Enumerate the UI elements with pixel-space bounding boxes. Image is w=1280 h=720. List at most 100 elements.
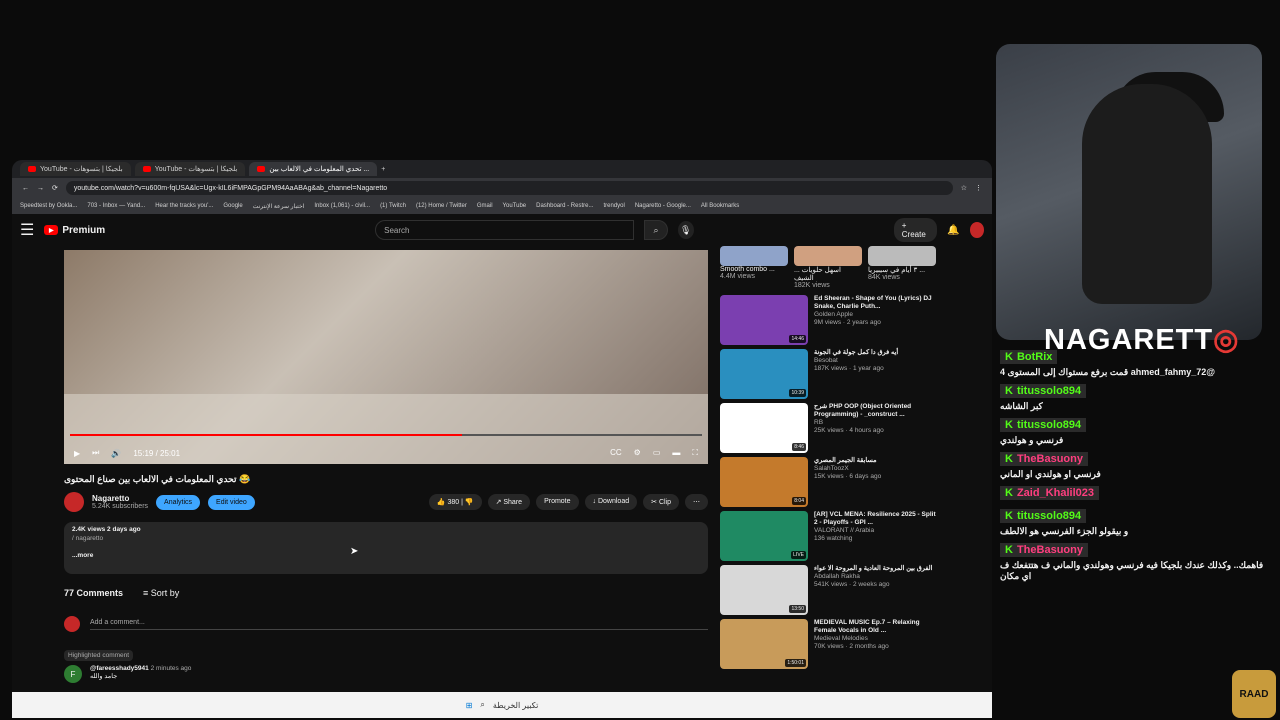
create-button[interactable]: + Create <box>893 218 938 242</box>
volume-icon[interactable]: 🔊 <box>111 449 121 458</box>
bookmark-item[interactable]: Inbox (1,061) - civil... <box>314 203 370 209</box>
search-icon[interactable]: ⌕ <box>644 220 668 240</box>
bell-icon[interactable]: 🔔 <box>947 225 959 236</box>
progress-bar[interactable] <box>70 434 702 436</box>
star-icon[interactable]: ☆ <box>961 184 967 192</box>
short-thumbnail <box>720 246 788 266</box>
like-button[interactable]: 👍 380 | 👎 <box>428 494 482 510</box>
address-bar: ← → ⟳ youtube.com/watch?v=u600m-fqUSA&lc… <box>12 178 992 198</box>
analytics-button[interactable]: Analytics <box>156 494 201 510</box>
description-box[interactable]: 2.4K views 2 days ago / nagaretto ...mor… <box>64 522 708 574</box>
rec-title: مسابقة الجيمر المصري <box>814 457 877 464</box>
recommendation-item[interactable]: LIVE [AR] VCL MENA: Resilience 2025 - Sp… <box>720 511 938 561</box>
clip-button[interactable]: ✂ Clip <box>643 494 679 510</box>
bookmark-item[interactable]: 703 - Inbox — Yand... <box>87 203 145 209</box>
short-item[interactable]: ٣ أيام في سيبيريا ... 84K views <box>868 246 936 289</box>
view-count: 2.4K views 2 days ago <box>72 526 141 533</box>
miniplayer-icon[interactable]: ▭ <box>653 448 661 458</box>
youtube-logo[interactable]: ▶ Premium <box>44 225 105 236</box>
avatar[interactable] <box>969 222 984 238</box>
next-icon[interactable]: ⏭ <box>92 448 99 458</box>
more-link[interactable]: ...more <box>72 552 700 559</box>
back-icon[interactable]: ← <box>22 185 29 192</box>
play-icon[interactable]: ▶ <box>74 449 80 458</box>
rec-channel: VALORANT // Arabia <box>814 527 875 535</box>
bookmark-item[interactable]: All Bookmarks <box>701 203 739 209</box>
browser-tab[interactable]: YouTube - بلجيكا | بتسوهات <box>20 162 131 176</box>
promote-button[interactable]: Promote <box>536 494 579 510</box>
comment-author[interactable]: @fareesshady5941 <box>90 665 149 672</box>
bookmark-item[interactable]: trendyol <box>603 203 624 209</box>
bookmark-item[interactable]: (1) Twitch <box>380 203 406 209</box>
extensions-icon[interactable]: ⋮ <box>975 184 982 192</box>
recommendation-item[interactable]: 14:46 Ed Sheeran - Shape of You (Lyrics)… <box>720 295 938 345</box>
edit-video-button[interactable]: Edit video <box>208 494 255 510</box>
settings-icon[interactable]: ⚙ <box>634 448 641 458</box>
kick-icon: K <box>1005 544 1013 556</box>
windows-icon[interactable]: ⊞ <box>466 701 473 710</box>
subscriber-count: 5.24K subscribers <box>92 503 149 510</box>
more-icon[interactable]: ⋯ <box>685 494 708 510</box>
browser-tab[interactable]: YouTube - بلجيكا | بتسوهات <box>134 162 246 176</box>
short-item[interactable]: اسهل حلويات ... الشيف 182K views <box>794 246 862 289</box>
search-icon[interactable]: ⌕ <box>480 700 484 710</box>
rec-title: شرح PHP OOP (Object Oriented Programming… <box>814 403 912 419</box>
download-button[interactable]: ↓ Download <box>584 494 638 510</box>
duration-badge: 8:46 <box>792 443 806 451</box>
bookmark-item[interactable]: (12) Home / Twitter <box>416 203 467 209</box>
commenter-avatar[interactable]: F <box>64 665 82 683</box>
rec-title: Ed Sheeran - Shape of You (Lyrics) DJ Sn… <box>814 295 932 311</box>
comment-input[interactable]: Add a comment... <box>90 619 708 630</box>
channel-link[interactable]: / nagaretto <box>72 535 700 542</box>
new-tab-icon[interactable]: + <box>381 166 385 173</box>
channel-name[interactable]: Nagaretto <box>92 494 148 503</box>
video-thumbnail: 1:50:01 <box>720 619 808 669</box>
recommendation-item[interactable]: 10:39 أيه فرق دا كمل جولة في الجونة Beso… <box>720 349 938 399</box>
bookmark-item[interactable]: Hear the tracks you'... <box>155 203 213 209</box>
sort-button[interactable]: ≡ Sort by <box>143 588 179 598</box>
recommendation-item[interactable]: 13:50 الفرق بين المروحة العادية و المروح… <box>720 565 938 615</box>
rec-title: MEDIEVAL MUSIC Ep.7 – Relaxing Female Vo… <box>814 619 920 635</box>
video-player[interactable]: ▶ ⏭ 🔊 15:19 / 25:01 CC ⚙ ▭ ▬ ⛶ <box>64 250 708 464</box>
share-button[interactable]: ↗ Share <box>487 494 531 510</box>
recommendation-item[interactable]: 8:04 مسابقة الجيمر المصري SalahToozX 15K… <box>720 457 938 507</box>
theater-icon[interactable]: ▬ <box>672 448 680 458</box>
duration-badge: 13:50 <box>789 605 806 613</box>
browser-window: YouTube - بلجيكا | بتسوهات YouTube - بلج… <box>12 160 992 716</box>
rec-meta: 187K views · 1 year ago <box>814 365 884 373</box>
bookmark-item[interactable]: اختبار سرعة الإنترنت <box>253 203 305 210</box>
chat-username: Ktitussolo894 <box>1000 509 1087 523</box>
search-input[interactable]: Search <box>375 220 635 240</box>
youtube-icon <box>257 166 266 172</box>
recommendation-item[interactable]: 8:46 شرح PHP OOP (Object Oriented Progra… <box>720 403 938 453</box>
url-field[interactable]: youtube.com/watch?v=u600m-fqUSA&lc=Ugx-k… <box>65 181 953 195</box>
chat-message: فاهمك.. وكذلك عندك بلجيكا فيه فرنسي وهول… <box>1000 560 1264 581</box>
add-comment: Add a comment... <box>64 616 708 632</box>
youtube-header: ☰ ▶ Premium Search ⌕ 🎙 + Create 🔔 <box>12 214 992 246</box>
mic-icon[interactable]: 🎙 <box>677 221 694 239</box>
captions-icon[interactable]: CC <box>610 448 622 458</box>
kick-icon: K <box>1005 419 1013 431</box>
short-thumbnail <box>794 246 862 266</box>
bookmark-item[interactable]: Nagaretto - Google... <box>635 203 691 209</box>
bookmark-item[interactable]: YouTube <box>503 203 527 209</box>
channel-avatar[interactable] <box>64 492 84 512</box>
bookmark-item[interactable]: Google <box>223 203 242 209</box>
bookmark-item[interactable]: Speedtest by Ookla... <box>20 203 77 209</box>
browser-tab-active[interactable]: تحدي المعلومات في الالعاب بين ... <box>249 162 378 176</box>
bookmark-item[interactable]: Dashboard - Restre... <box>536 203 593 209</box>
rec-meta: 9M views · 2 years ago <box>814 319 881 327</box>
fullscreen-icon[interactable]: ⛶ <box>692 448 698 458</box>
duration-badge: 10:39 <box>789 389 806 397</box>
recommendation-item[interactable]: 1:50:01 MEDIEVAL MUSIC Ep.7 – Relaxing F… <box>720 619 938 669</box>
reload-icon[interactable]: ⟳ <box>52 184 58 192</box>
chat-overlay: K BotRix @ahmed_fahmy_72 قمت برفع مستواك إ… <box>1000 344 1268 582</box>
tab-strip: YouTube - بلجيكا | بتسوهات YouTube - بلج… <box>12 160 992 178</box>
bookmark-item[interactable]: Gmail <box>477 203 493 209</box>
bookmarks-bar: Speedtest by Ookla... 703 - Inbox — Yand.… <box>12 198 992 214</box>
video-thumbnail: 10:39 <box>720 349 808 399</box>
menu-icon[interactable]: ☰ <box>20 220 34 240</box>
rec-meta: 541K views · 2 weeks ago <box>814 581 890 589</box>
forward-icon[interactable]: → <box>37 185 44 192</box>
short-item[interactable]: Smooth combo ... 4.4M views <box>720 246 788 289</box>
